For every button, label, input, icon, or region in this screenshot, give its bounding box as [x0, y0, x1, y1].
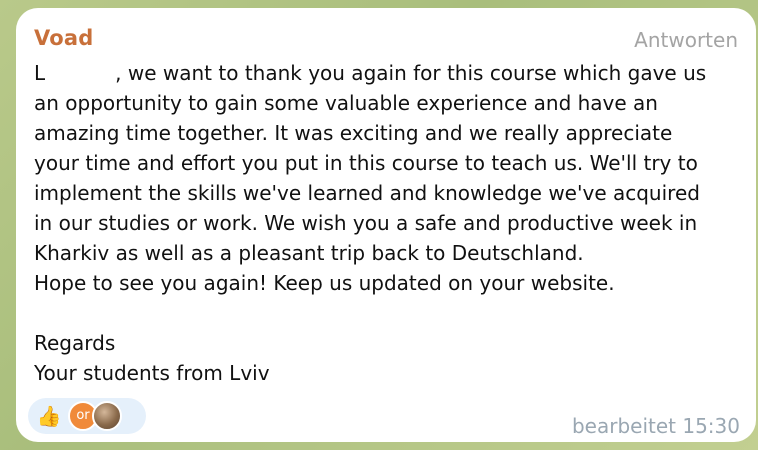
message-line: Kharkiv as well as a pleasant trip back … — [34, 241, 584, 265]
message-line: L, we want to thank you again for this c… — [34, 61, 707, 85]
redacted-name — [45, 62, 116, 82]
message-line: Your students from Lviv — [34, 361, 270, 385]
message-line: implement the skills we've learned and k… — [34, 181, 700, 205]
reaction-pill[interactable]: 👍 or — [28, 398, 146, 434]
message-line: in our studies or work. We wish you a sa… — [34, 211, 698, 235]
sender-name[interactable]: Voad — [34, 26, 94, 50]
thumbs-up-icon: 👍 — [36, 404, 62, 428]
message-line: an opportunity to gain some valuable exp… — [34, 91, 658, 115]
message-line: Hope to see you again! Keep us updated o… — [34, 271, 615, 295]
message-text: L, we want to thank you again for this c… — [34, 58, 734, 388]
reactor-avatar-photo — [92, 401, 122, 431]
reply-button[interactable]: Antworten — [634, 28, 738, 52]
message-line: amazing time together. It was exciting a… — [34, 121, 673, 145]
message-line: your time and effort you put in this cou… — [34, 151, 698, 175]
message-line: Regards — [34, 331, 116, 355]
edited-timestamp: bearbeitet 15:30 — [571, 414, 740, 438]
message-bubble[interactable]: Voad Antworten L, we want to thank you a… — [16, 8, 756, 442]
